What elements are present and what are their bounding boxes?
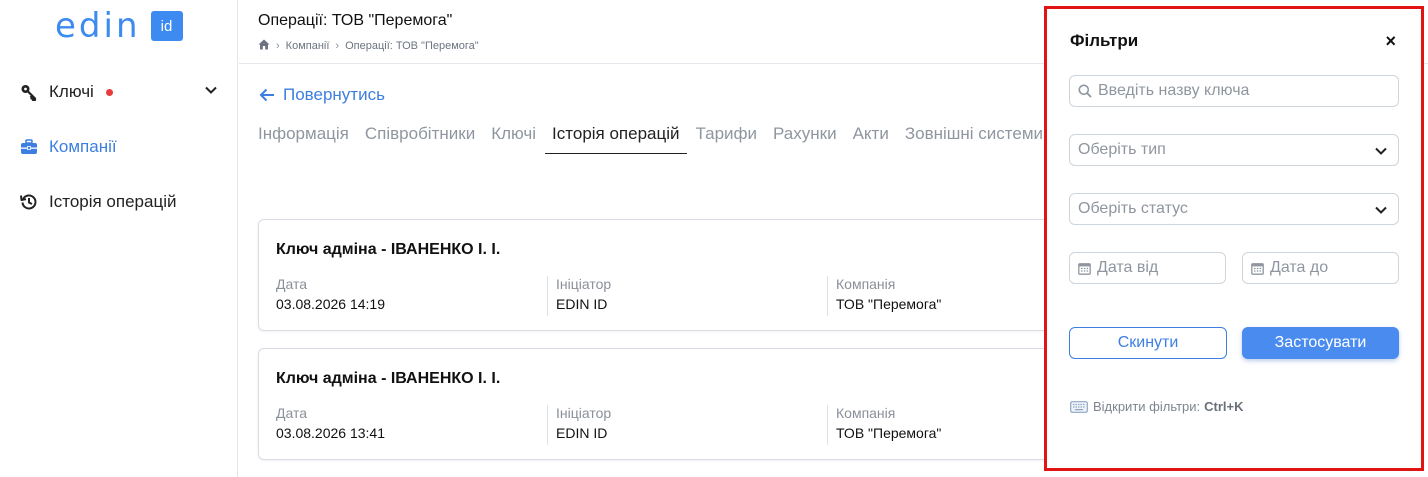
logo-text: edin	[55, 6, 141, 46]
tab-tariffs[interactable]: Тарифи	[696, 124, 758, 154]
date-label: Дата	[276, 405, 308, 421]
notification-dot	[105, 88, 113, 96]
key-search-input[interactable]: Введіть назву ключа	[1069, 75, 1399, 107]
home-icon[interactable]	[258, 39, 270, 53]
company-column: Компанія ТОВ "Перемога"	[827, 276, 941, 316]
company-value: ТОВ "Перемога"	[836, 425, 942, 441]
sidebar: edin id Ключі Компанії Історія операцій	[0, 0, 238, 477]
tab-external-systems[interactable]: Зовнішні системи	[905, 124, 1043, 154]
reset-button[interactable]: Скинути	[1069, 327, 1227, 359]
operation-card[interactable]: Ключ адміна - ІВАНЕНКО І. І. Дата 03.08.…	[258, 348, 1058, 460]
initiator-value: EDIN ID	[556, 296, 608, 312]
operation-card[interactable]: Ключ адміна - ІВАНЕНКО І. І. Дата 03.08.…	[258, 219, 1058, 331]
date-to-input[interactable]: Дата до	[1242, 252, 1399, 284]
operation-title: Ключ адміна - ІВАНЕНКО І. І.	[276, 241, 501, 258]
tab-keys[interactable]: Ключі	[491, 124, 536, 154]
edin-id-logo[interactable]: edin id	[55, 6, 183, 46]
date-from-input[interactable]: Дата від	[1069, 252, 1226, 284]
sidebar-item-history[interactable]: Історія операцій	[20, 190, 218, 214]
status-placeholder: Оберіть статус	[1078, 200, 1188, 217]
date-column: Дата 03.08.2026 13:41	[276, 405, 385, 441]
date-from-placeholder: Дата від	[1097, 259, 1159, 276]
date-to-placeholder: Дата до	[1270, 259, 1329, 276]
logo-badge: id	[150, 11, 183, 41]
search-placeholder: Введіть назву ключа	[1098, 82, 1250, 99]
tab-invoices[interactable]: Рахунки	[773, 124, 837, 154]
breadcrumb: › Компанії › Операції: ТОВ "Перемога"	[258, 39, 479, 53]
company-value: ТОВ "Перемога"	[836, 296, 942, 312]
chevron-down-icon	[1374, 144, 1388, 163]
type-select[interactable]: Оберіть тип	[1069, 134, 1399, 166]
company-label: Компанія	[836, 405, 896, 421]
sidebar-item-label: Ключі	[49, 82, 94, 101]
date-value: 03.08.2026 14:19	[276, 296, 385, 312]
breadcrumb-item-operations: Операції: ТОВ "Перемога"	[345, 40, 479, 52]
sidebar-item-companies[interactable]: Компанії	[20, 135, 218, 159]
tab-acts[interactable]: Акти	[853, 124, 889, 154]
breadcrumb-separator: ›	[335, 40, 340, 52]
calendar-icon	[1251, 262, 1264, 275]
status-select[interactable]: Оберіть статус	[1069, 193, 1399, 225]
hint-shortcut: Ctrl+K	[1204, 399, 1244, 414]
page-title: Операції: ТОВ "Перемога"	[258, 12, 453, 29]
key-icon	[20, 83, 38, 101]
date-value: 03.08.2026 13:41	[276, 425, 385, 441]
initiator-label: Ініціатор	[556, 276, 612, 292]
briefcase-icon	[20, 138, 38, 156]
history-icon	[20, 193, 38, 211]
chevron-down-icon	[1374, 203, 1388, 222]
type-placeholder: Оберіть тип	[1078, 141, 1166, 158]
chevron-down-icon[interactable]	[204, 82, 218, 102]
operation-title: Ключ адміна - ІВАНЕНКО І. І.	[276, 370, 501, 387]
tab-info[interactable]: Інформація	[258, 124, 349, 154]
breadcrumb-separator: ›	[276, 40, 280, 52]
breadcrumb-item-companies[interactable]: Компанії	[286, 40, 330, 52]
hint-text: Відкрити фільтри:	[1093, 399, 1201, 414]
company-label: Компанія	[836, 276, 896, 292]
search-icon	[1078, 84, 1092, 98]
back-link[interactable]: Повернутись	[259, 85, 385, 105]
back-label: Повернутись	[283, 85, 385, 104]
shortcut-hint: Відкрити фільтри: Ctrl+K	[1070, 399, 1244, 414]
tab-operations-history[interactable]: Історія операцій	[545, 124, 687, 154]
initiator-value: EDIN ID	[556, 425, 608, 441]
initiator-label: Ініціатор	[556, 405, 612, 421]
filter-panel-title: Фільтри	[1070, 31, 1139, 50]
tab-employees[interactable]: Співробітники	[365, 124, 475, 154]
initiator-column: Ініціатор EDIN ID	[547, 405, 611, 445]
initiator-column: Ініціатор EDIN ID	[547, 276, 611, 316]
tabs: Інформація Співробітники Ключі Історія о…	[258, 124, 1059, 154]
keyboard-icon	[1070, 400, 1088, 413]
calendar-icon	[1078, 262, 1091, 275]
sidebar-item-label: Історія операцій	[49, 192, 177, 211]
apply-button[interactable]: Застосувати	[1242, 327, 1399, 359]
date-column: Дата 03.08.2026 14:19	[276, 276, 385, 312]
sidebar-item-keys[interactable]: Ключі	[20, 80, 218, 104]
sidebar-item-label: Компанії	[49, 137, 117, 156]
date-label: Дата	[276, 276, 308, 292]
company-column: Компанія ТОВ "Перемога"	[827, 405, 941, 445]
close-button[interactable]: ×	[1385, 31, 1396, 52]
filter-panel: Фільтри × Введіть назву ключа Оберіть ти…	[1044, 6, 1424, 471]
arrow-left-icon	[259, 88, 274, 102]
